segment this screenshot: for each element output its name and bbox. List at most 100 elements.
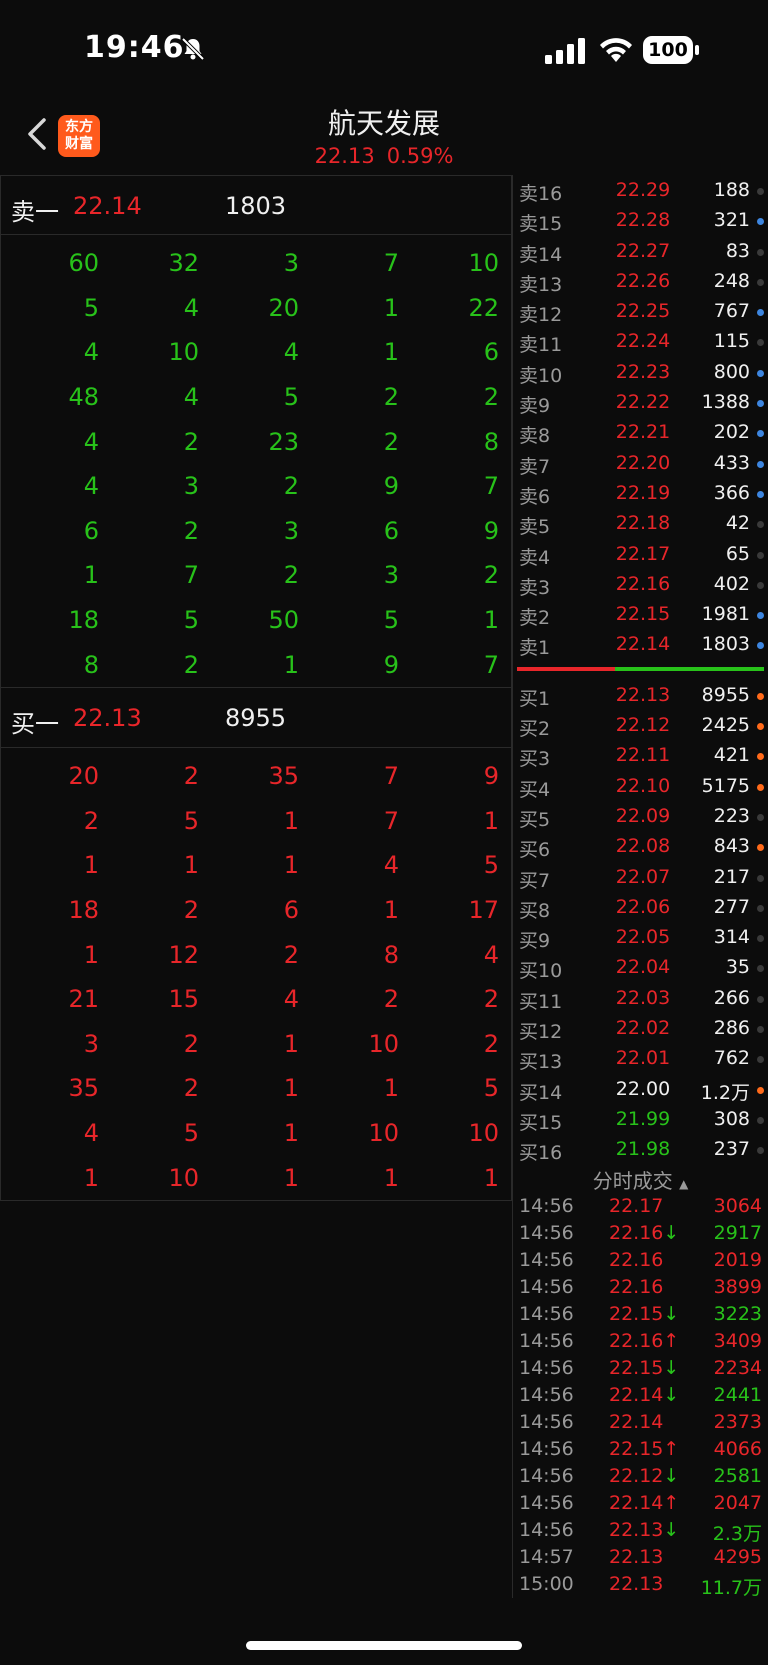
ask-level-row[interactable]: 卖16 22.29 188 bbox=[513, 175, 768, 205]
bid-level-row[interactable]: 买6 22.08 843 bbox=[513, 831, 768, 861]
queue-row: 48 4 5 2 2 bbox=[1, 375, 511, 420]
queue-order-size: 2 bbox=[283, 940, 299, 969]
bid-level-row[interactable]: 买13 22.01 762 bbox=[513, 1043, 768, 1073]
bid-level-row[interactable]: 买3 22.11 421 bbox=[513, 740, 768, 770]
bid-level-row[interactable]: 买15 21.99 308 bbox=[513, 1104, 768, 1134]
tick-row: 14:56 22.16↓ 2917 bbox=[513, 1220, 768, 1247]
ask-level-row[interactable]: 卖7 22.20 433 bbox=[513, 448, 768, 478]
ask-level-row[interactable]: 卖14 22.27 83 bbox=[513, 236, 768, 266]
queue-order-size: 6 bbox=[283, 896, 299, 925]
level-label: 卖12 bbox=[519, 304, 563, 327]
ask-level-row[interactable]: 卖12 22.25 767 bbox=[513, 296, 768, 326]
level-indicator-dot bbox=[757, 490, 764, 498]
bid-level-row[interactable]: 买14 22.00 1.2万 bbox=[513, 1074, 768, 1104]
bid-level-row[interactable]: 买8 22.06 277 bbox=[513, 892, 768, 922]
ask-level-row[interactable]: 卖1 22.14 1803 bbox=[513, 629, 768, 659]
ask-level-row[interactable]: 卖11 22.24 115 bbox=[513, 326, 768, 356]
ask-level-row[interactable]: 卖15 22.28 321 bbox=[513, 205, 768, 235]
level-label: 买9 bbox=[519, 930, 551, 953]
ask-level-row[interactable]: 卖6 22.19 366 bbox=[513, 478, 768, 508]
level-indicator-dot bbox=[757, 844, 764, 852]
bid-level-row[interactable]: 买11 22.03 266 bbox=[513, 983, 768, 1013]
level-label: 买6 bbox=[519, 839, 551, 862]
tick-row: 14:56 22.17 3064 bbox=[513, 1193, 768, 1220]
level-indicator-dot bbox=[757, 783, 764, 791]
level-volume: 237 bbox=[713, 1138, 750, 1161]
queue-row: 4 5 1 10 10 bbox=[1, 1111, 511, 1156]
ask-level-row[interactable]: 卖10 22.23 800 bbox=[513, 357, 768, 387]
queue-order-size: 20 bbox=[68, 762, 99, 791]
queue-row: 1 12 2 8 4 bbox=[1, 932, 511, 977]
queue-order-size: 9 bbox=[383, 472, 399, 501]
ask-level-row[interactable]: 卖4 22.17 65 bbox=[513, 539, 768, 569]
bid-level-row[interactable]: 买9 22.05 314 bbox=[513, 922, 768, 952]
queue-order-size: 3 bbox=[83, 1029, 99, 1058]
tick-price: 22.13 bbox=[609, 1573, 663, 1595]
tick-price-value: 22.13 bbox=[609, 1572, 664, 1595]
queue-order-size: 2 bbox=[183, 650, 199, 679]
level-label: 卖13 bbox=[519, 273, 563, 296]
tick-row: 14:56 22.13↓ 2.3万 bbox=[513, 1517, 768, 1545]
level-price: 22.29 bbox=[615, 179, 671, 201]
level-volume: 42 bbox=[725, 512, 750, 535]
battery-level: 100 bbox=[643, 36, 693, 64]
bid-level-row[interactable]: 买4 22.10 5175 bbox=[513, 771, 768, 801]
tick-price: 22.16 bbox=[609, 1249, 663, 1271]
bid-level-row[interactable]: 买5 22.09 223 bbox=[513, 801, 768, 831]
level-volume: 35 bbox=[725, 956, 750, 979]
queue-order-size: 10 bbox=[368, 1118, 399, 1147]
stock-change-pct: 0.59% bbox=[386, 144, 454, 168]
level-indicator-dot bbox=[757, 813, 764, 821]
arrow-up-icon: ↑ bbox=[663, 1437, 680, 1460]
bid-level-row[interactable]: 买10 22.04 35 bbox=[513, 952, 768, 982]
queue-row: 1 1 1 4 5 bbox=[1, 843, 511, 888]
level-label: 买2 bbox=[519, 718, 551, 741]
ask-level-row[interactable]: 卖3 22.16 402 bbox=[513, 569, 768, 599]
ask-level-row[interactable]: 卖2 22.15 1981 bbox=[513, 599, 768, 629]
ask-level-row[interactable]: 卖9 22.22 1388 bbox=[513, 387, 768, 417]
ask-level-row[interactable]: 卖13 22.26 248 bbox=[513, 266, 768, 296]
level-volume: 65 bbox=[725, 542, 750, 565]
ask-level-row[interactable]: 卖8 22.21 202 bbox=[513, 417, 768, 447]
level-label: 卖15 bbox=[519, 213, 563, 236]
home-indicator[interactable] bbox=[246, 1641, 522, 1650]
queue-order-size: 10 bbox=[168, 1163, 199, 1192]
tick-volume: 2441 bbox=[713, 1383, 762, 1406]
level-price: 22.08 bbox=[615, 835, 671, 858]
queue-order-size: 5 bbox=[283, 383, 299, 412]
queue-order-size: 32 bbox=[168, 249, 199, 278]
tick-price-value: 22.16 bbox=[609, 1221, 664, 1244]
queue-order-size: 1 bbox=[283, 851, 299, 880]
level-volume: 286 bbox=[713, 1017, 750, 1040]
ticks-header[interactable]: 分时成交 ▲ bbox=[513, 1165, 768, 1193]
bid-level-row[interactable]: 买12 22.02 286 bbox=[513, 1013, 768, 1043]
tick-time: 14:56 bbox=[519, 1437, 574, 1460]
level-price: 22.18 bbox=[615, 512, 671, 535]
level-indicator-dot bbox=[757, 278, 764, 286]
level-price: 22.10 bbox=[615, 774, 671, 797]
ask-level-row[interactable]: 卖5 22.18 42 bbox=[513, 508, 768, 538]
queue-order-size: 5 bbox=[183, 1118, 199, 1147]
level-volume: 1388 bbox=[701, 391, 750, 414]
level-volume: 83 bbox=[725, 239, 750, 262]
bid-level-row[interactable]: 买7 22.07 217 bbox=[513, 862, 768, 892]
level-label: 买13 bbox=[519, 1051, 563, 1074]
queue-order-size: 18 bbox=[68, 896, 99, 925]
bid-level-row[interactable]: 买1 22.13 8955 bbox=[513, 680, 768, 710]
buy-one-header: 买一 22.13 8955 bbox=[0, 687, 512, 748]
tick-volume: 4295 bbox=[713, 1545, 762, 1568]
level-price: 22.02 bbox=[615, 1017, 671, 1040]
level-indicator-dot bbox=[757, 460, 764, 468]
level-label: 卖10 bbox=[519, 364, 563, 387]
bid-level-row[interactable]: 买2 22.12 2425 bbox=[513, 710, 768, 740]
tick-volume: 2019 bbox=[713, 1248, 762, 1271]
queue-row: 21 15 4 2 2 bbox=[1, 977, 511, 1022]
queue-row: 1 7 2 3 2 bbox=[1, 553, 511, 598]
queue-order-size: 1 bbox=[283, 1163, 299, 1192]
tick-volume: 3409 bbox=[713, 1329, 762, 1352]
level-label: 买8 bbox=[519, 899, 551, 922]
bid-level-row[interactable]: 买16 21.98 237 bbox=[513, 1134, 768, 1164]
queue-order-size: 2 bbox=[283, 561, 299, 590]
level-indicator-dot bbox=[757, 995, 764, 1003]
tick-time: 14:56 bbox=[519, 1194, 574, 1217]
